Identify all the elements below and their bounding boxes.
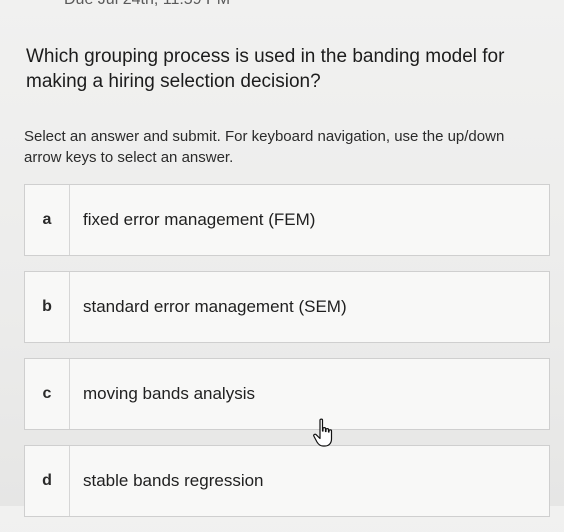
option-letter: b — [25, 272, 70, 342]
question-text: Which grouping process is used in the ba… — [26, 46, 505, 92]
answer-option-b[interactable]: b standard error management (SEM) — [24, 271, 550, 343]
option-letter: a — [25, 185, 70, 255]
due-date: Due Jul 24th, 11:59 PM — [64, 0, 230, 9]
option-text: fixed error management (FEM) — [83, 210, 316, 229]
option-text: stable bands regression — [83, 471, 264, 490]
answer-option-d[interactable]: d stable bands regression — [24, 445, 550, 517]
instructions-text: Select an answer and submit. For keyboar… — [24, 128, 505, 166]
option-text: moving bands analysis — [83, 384, 255, 403]
answer-option-a[interactable]: a fixed error management (FEM) — [24, 184, 550, 256]
option-text: standard error management (SEM) — [83, 297, 347, 316]
hand-pointer-icon — [312, 418, 336, 448]
answer-option-c[interactable]: c moving bands analysis — [24, 358, 550, 430]
answer-options: a fixed error management (FEM) b standar… — [24, 184, 550, 532]
option-letter: c — [25, 359, 70, 429]
